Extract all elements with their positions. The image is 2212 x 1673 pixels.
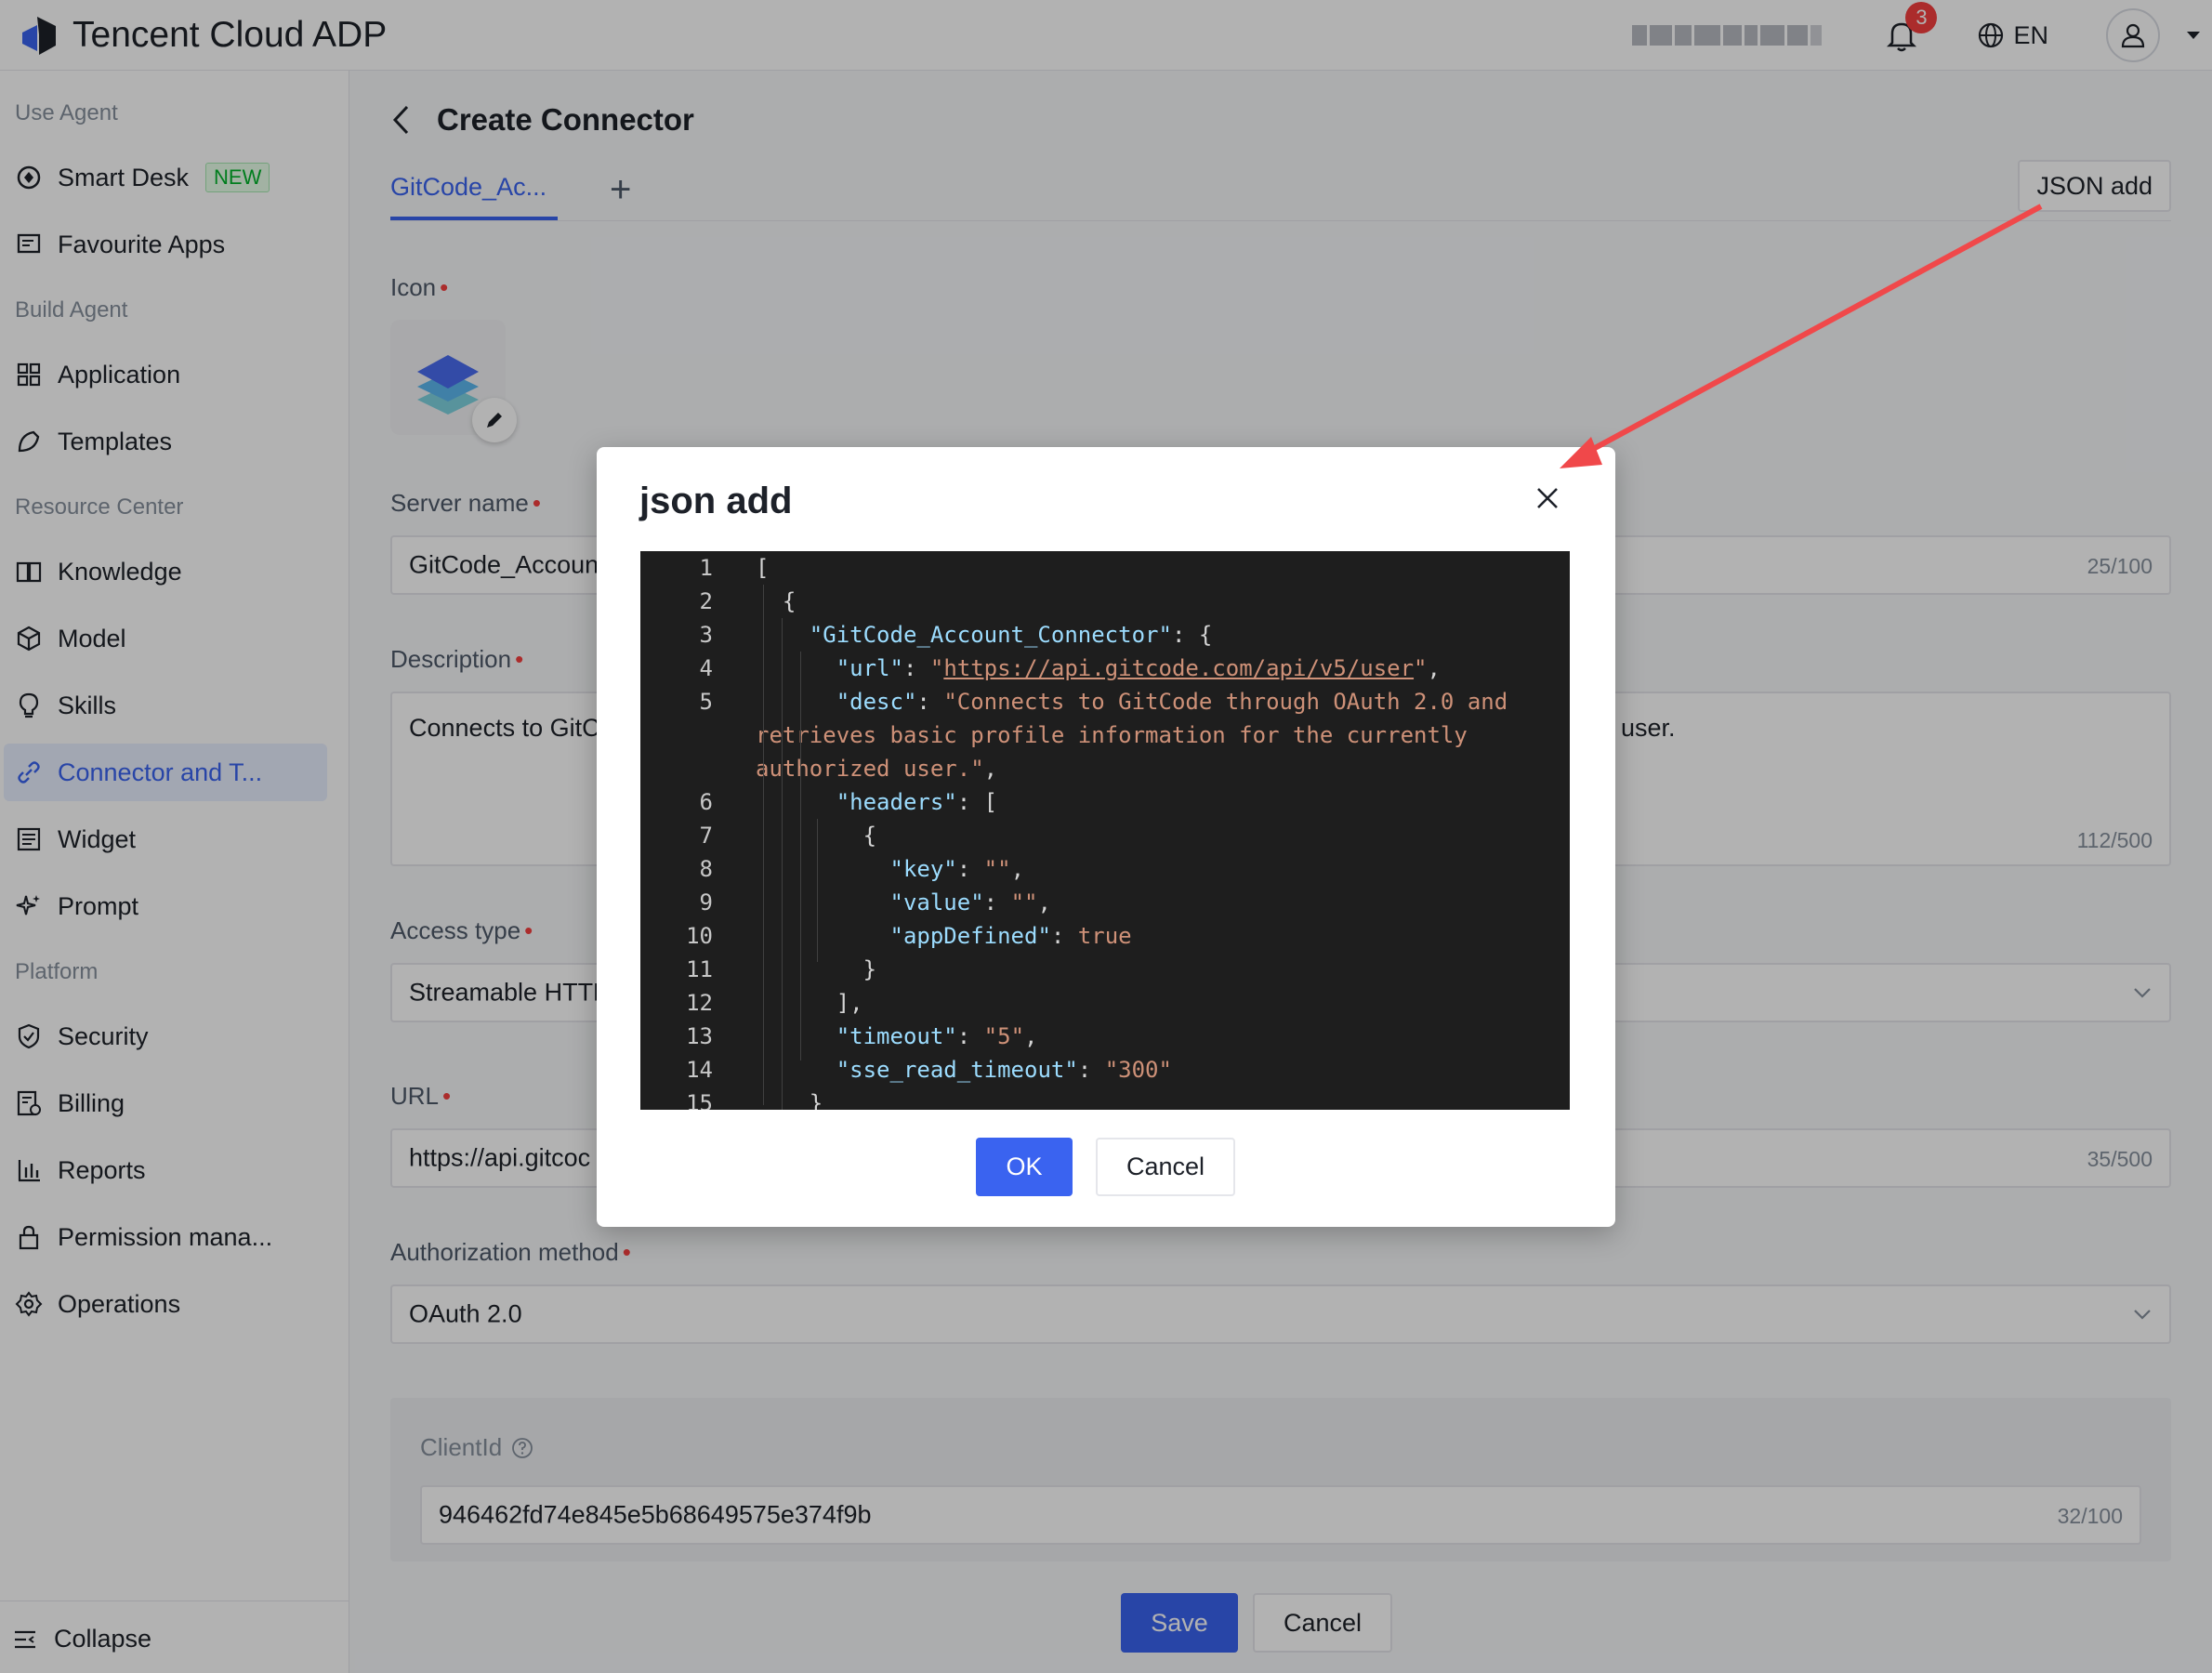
code-text: "timeout": "5", <box>836 1023 1038 1049</box>
line-number: 10 <box>686 923 713 949</box>
code-line: 6 "headers": [ <box>640 785 1570 819</box>
indent-guide <box>800 652 801 1060</box>
dialog-cancel-button[interactable]: Cancel <box>1096 1138 1235 1196</box>
code-line: 7 { <box>640 819 1570 852</box>
line-number: 15 <box>686 1090 713 1110</box>
code-text: "key": "", <box>889 856 1025 882</box>
dialog-title: json add <box>639 481 793 521</box>
indent-guide <box>763 585 764 1105</box>
indent-guide <box>782 618 783 1110</box>
line-number: 3 <box>699 622 713 648</box>
line-number: 8 <box>699 856 713 882</box>
code-line: 4 "url": "https://api.gitcode.com/api/v5… <box>640 652 1570 685</box>
line-number: 2 <box>699 588 713 614</box>
code-text: { <box>756 588 797 614</box>
code-line: 14 "sse_read_timeout": "300" <box>640 1053 1570 1087</box>
indent-guide <box>817 819 818 962</box>
code-line: 13 "timeout": "5", <box>640 1020 1570 1053</box>
json-add-dialog: json add 1[2 {3 "GitCode_Account_Connect… <box>597 447 1615 1227</box>
line-number: 14 <box>686 1057 713 1083</box>
line-number: 12 <box>686 990 713 1016</box>
line-number: 5 <box>699 689 713 715</box>
line-number: 9 <box>699 889 713 916</box>
code-line: 10 "appDefined": true <box>640 919 1570 953</box>
code-text: [ <box>756 555 770 581</box>
code-text: "url": "https://api.gitcode.com/api/v5/u… <box>836 655 1441 681</box>
code-line: authorized user.", <box>640 752 1570 785</box>
line-number: 13 <box>686 1023 713 1049</box>
code-line: 1[ <box>640 551 1570 585</box>
code-text: "sse_read_timeout": "300" <box>836 1057 1172 1083</box>
code-line: 5 "desc": "Connects to GitCode through O… <box>640 685 1570 718</box>
code-text: authorized user.", <box>756 756 998 782</box>
code-line: 12 ], <box>640 986 1570 1020</box>
code-line: 15 } <box>640 1087 1570 1110</box>
code-text: "desc": "Connects to GitCode through OAu… <box>836 689 1508 715</box>
code-text: retrieves basic profile information for … <box>756 722 1468 748</box>
close-icon[interactable] <box>1534 484 1561 512</box>
code-text: } <box>756 1090 823 1110</box>
code-text: "headers": [ <box>836 789 998 815</box>
line-number: 4 <box>699 655 713 681</box>
code-line: 2 { <box>640 585 1570 618</box>
code-line: 11 } <box>640 953 1570 986</box>
line-number: 1 <box>699 555 713 581</box>
code-line: 3 "GitCode_Account_Connector": { <box>640 618 1570 652</box>
line-number: 7 <box>699 823 713 849</box>
line-number: 11 <box>686 956 713 982</box>
line-number: 6 <box>699 789 713 815</box>
json-code-editor[interactable]: 1[2 {3 "GitCode_Account_Connector": {4 "… <box>640 551 1570 1110</box>
code-text: "appDefined": true <box>889 923 1132 949</box>
ok-button[interactable]: OK <box>976 1138 1073 1196</box>
code-text: "GitCode_Account_Connector": { <box>809 622 1213 648</box>
code-line: 8 "key": "", <box>640 852 1570 886</box>
code-line: retrieves basic profile information for … <box>640 718 1570 752</box>
code-line: 9 "value": "", <box>640 886 1570 919</box>
code-text: ], <box>756 990 863 1016</box>
